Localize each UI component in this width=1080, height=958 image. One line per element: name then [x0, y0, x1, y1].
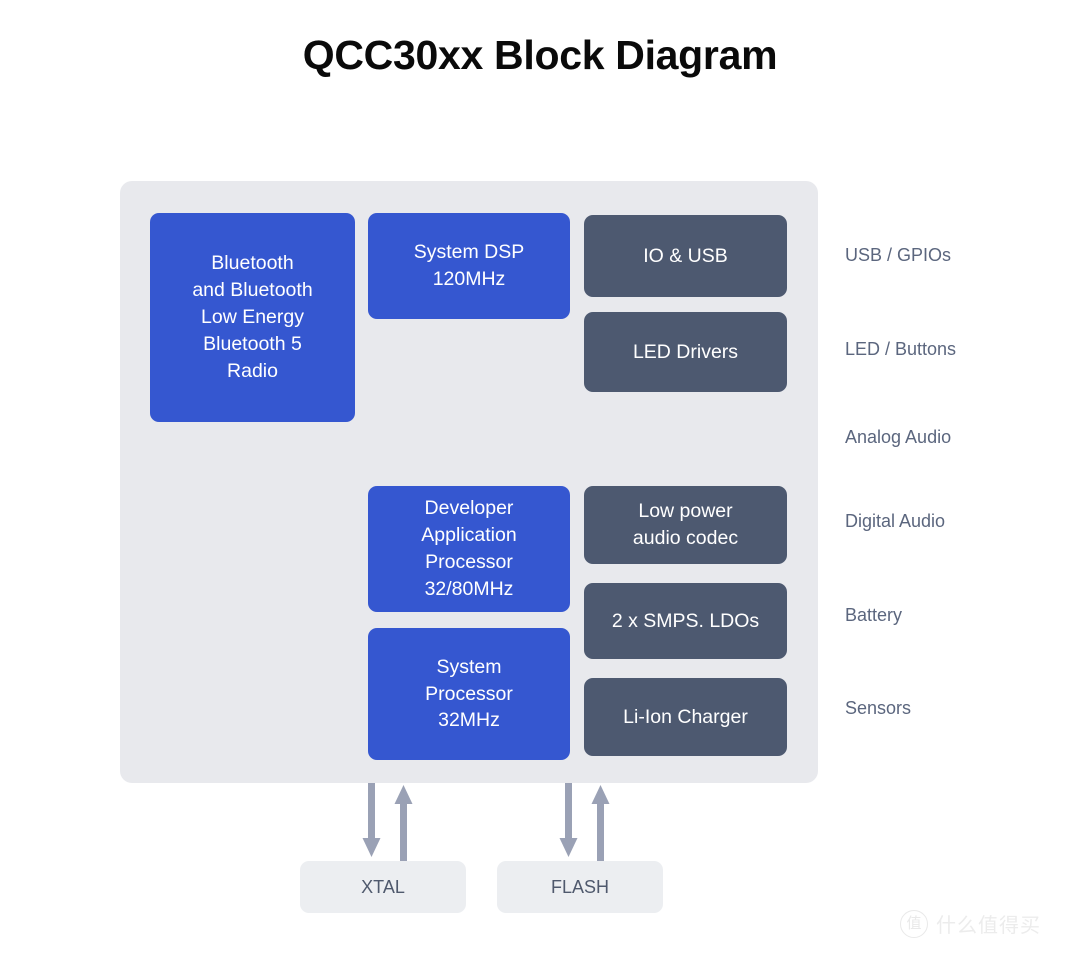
block-line: Radio: [227, 359, 278, 382]
side-label-sensors: Sensors: [845, 698, 912, 718]
side-label-led-buttons: LED / Buttons: [845, 339, 957, 359]
arrow-xtal-down: [362, 783, 381, 857]
side-label-digital-audio: Digital Audio: [845, 511, 946, 531]
block-developer-application-processor: Developer Application Processor 32/80MHz: [368, 486, 570, 612]
arrow-xtal-up: [394, 785, 413, 863]
block-line: Bluetooth: [211, 252, 294, 275]
block-line: 120MHz: [432, 268, 506, 290]
block-led-drivers: LED Drivers: [584, 312, 787, 392]
block-line: 32/80MHz: [424, 577, 514, 600]
watermark-text: 什么值得买: [936, 913, 1041, 937]
block-line: Processor: [425, 551, 513, 573]
block-line: System: [436, 655, 502, 678]
peripheral-label: FLASH: [550, 876, 610, 897]
peripheral-xtal: XTAL: [300, 861, 466, 913]
block-line: Processor: [425, 682, 513, 705]
block-line: Li-Ion Charger: [623, 705, 748, 728]
block-line: IO & USB: [643, 244, 728, 267]
block-line: Application: [421, 524, 517, 547]
side-label-analog-audio: Analog Audio: [845, 427, 952, 447]
block-line: Low Energy: [201, 306, 304, 329]
block-line: Developer: [424, 497, 514, 520]
page-title: QCC30xx Block Diagram: [302, 32, 778, 78]
block-line: Bluetooth 5: [203, 332, 302, 355]
block-line: LED Drivers: [632, 340, 739, 363]
block-li-ion-charger: Li-Ion Charger: [584, 678, 787, 756]
peripheral-label: XTAL: [361, 876, 405, 897]
block-smps-ldos: 2 x SMPS. LDOs: [584, 583, 787, 659]
block-line: and Bluetooth: [192, 279, 313, 302]
watermark: 值 什么值得买: [900, 909, 1041, 938]
block-line: 2 x SMPS. LDOs: [611, 609, 760, 632]
block-line: System DSP: [413, 241, 525, 264]
block-line: 32MHz: [438, 709, 500, 732]
block-system-processor: System Processor 32MHz: [368, 628, 570, 760]
arrow-flash-up: [591, 785, 610, 863]
block-line: Low power: [638, 500, 733, 523]
arrow-flash-down: [559, 783, 578, 857]
block-system-dsp: System DSP 120MHz: [368, 213, 570, 319]
side-label-usb-gpios: USB / GPIOs: [845, 245, 952, 265]
diagram-canvas: QCC30xx Block Diagram Bluetooth and Blue…: [0, 0, 1080, 958]
block-low-power-audio-codec: Low power audio codec: [584, 486, 787, 564]
side-label-battery: Battery: [845, 605, 903, 625]
block-line: audio codec: [632, 527, 739, 549]
block-bluetooth-radio: Bluetooth and Bluetooth Low Energy Bluet…: [150, 213, 355, 422]
block-io-and-usb: IO & USB: [584, 215, 787, 297]
watermark-logo-icon: 值: [900, 909, 928, 938]
peripheral-flash: FLASH: [497, 861, 663, 913]
